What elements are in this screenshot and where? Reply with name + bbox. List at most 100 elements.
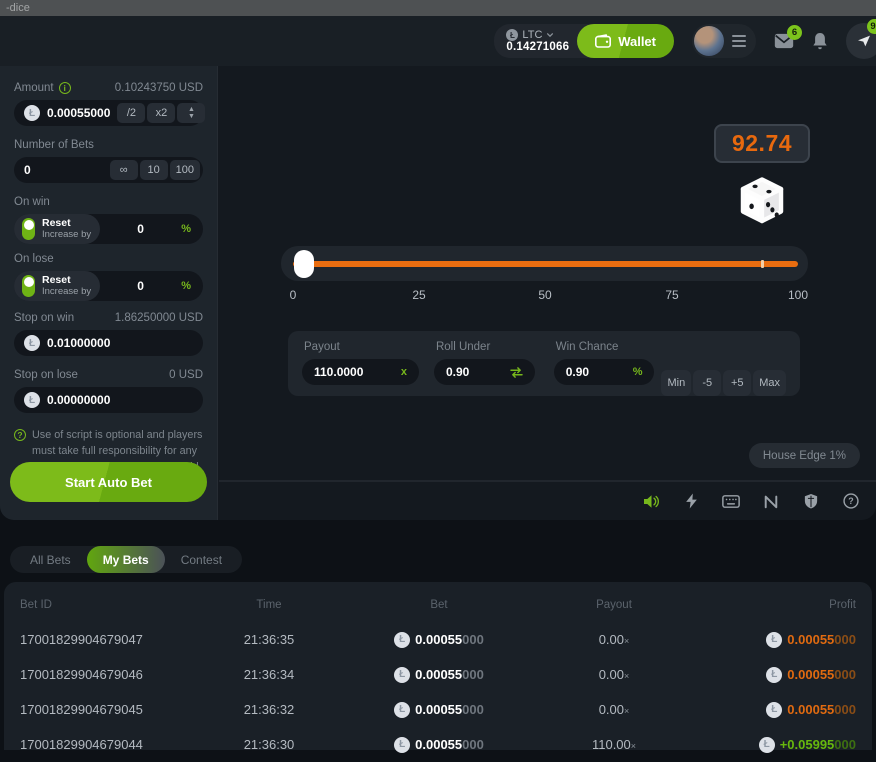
- help-button[interactable]: ?: [838, 488, 864, 514]
- stop-on-lose-usd: 0 USD: [169, 369, 203, 381]
- game-area: 92.74: [219, 66, 876, 520]
- on-lose-increase-label: Increase by: [42, 287, 91, 297]
- bet-profit: 0.00055000: [787, 632, 856, 647]
- litecoin-icon: Ł: [394, 632, 410, 648]
- bet-amount-main: 0.00055: [415, 702, 462, 717]
- win-chance-min-button[interactable]: Min: [661, 370, 691, 396]
- col-time: Time: [194, 599, 344, 611]
- table-row[interactable]: 17001829904679044 21:36:30 Ł 0.00055000 …: [14, 727, 862, 762]
- messages-button[interactable]: 6: [774, 33, 794, 49]
- table-row[interactable]: 17001829904679046 21:36:34 Ł 0.00055000 …: [14, 657, 862, 692]
- bet-id: 17001829904679047: [14, 632, 194, 647]
- col-bet: Bet: [344, 599, 534, 611]
- stop-on-win-label: Stop on win: [14, 312, 74, 324]
- amount-label: Amount: [14, 82, 54, 94]
- keyboard-icon: [722, 495, 740, 508]
- on-lose-toggle[interactable]: Reset Increase by: [14, 271, 100, 301]
- bolt-icon: [685, 493, 698, 509]
- litecoin-icon: Ł: [506, 29, 518, 41]
- litecoin-icon: Ł: [24, 335, 40, 351]
- wallet-button[interactable]: Wallet: [577, 24, 674, 58]
- dice-icon: [736, 174, 788, 230]
- amount-double-button[interactable]: x2: [147, 103, 175, 123]
- turbo-button[interactable]: [678, 488, 704, 514]
- bet-profit: 0.00055000: [787, 667, 856, 682]
- slider-handle[interactable]: [294, 250, 314, 278]
- litecoin-icon: Ł: [394, 737, 410, 753]
- roll-under-input[interactable]: 0.90: [434, 359, 535, 385]
- roll-slider[interactable]: [281, 246, 808, 281]
- notifications-button[interactable]: [812, 32, 828, 50]
- number-of-bets-value: 0: [24, 163, 103, 177]
- bet-parameters-panel: Payout 110.0000 x Roll Under 0.90 Win Ch…: [288, 331, 800, 396]
- house-edge-badge: House Edge 1%: [749, 443, 860, 468]
- col-payout: Payout: [534, 599, 694, 611]
- on-win-toggle[interactable]: Reset Increase by: [14, 214, 100, 244]
- on-win-increase-label: Increase by: [42, 230, 91, 240]
- on-win-label: On win: [14, 196, 50, 208]
- on-lose-unit: %: [181, 280, 203, 292]
- profit-zeros: 000: [834, 632, 856, 647]
- on-lose-value[interactable]: 0: [100, 279, 181, 293]
- amount-input[interactable]: Ł 0.00055000 /2 x2 ▲▼: [14, 100, 203, 126]
- sound-toggle-button[interactable]: [638, 488, 664, 514]
- payout-value: 0.00: [599, 702, 624, 717]
- wallet-label: Wallet: [618, 34, 656, 49]
- payout-input[interactable]: 110.0000 x: [302, 359, 419, 385]
- on-win-reset-label: Reset: [42, 218, 91, 230]
- start-auto-bet-button[interactable]: Start Auto Bet: [10, 462, 207, 502]
- bets-10-button[interactable]: 10: [140, 160, 168, 180]
- help-circle-icon: ?: [14, 429, 26, 441]
- table-row[interactable]: 17001829904679045 21:36:32 Ł 0.00055000 …: [14, 692, 862, 727]
- bets-infinity-button[interactable]: ∞: [110, 160, 138, 180]
- bet-id: 17001829904679045: [14, 702, 194, 717]
- avatar[interactable]: [694, 26, 724, 56]
- chat-icon: [856, 33, 872, 49]
- hotkeys-button[interactable]: [718, 488, 744, 514]
- info-icon[interactable]: i: [59, 82, 71, 94]
- litecoin-icon: Ł: [394, 702, 410, 718]
- chat-button[interactable]: 99: [846, 23, 876, 59]
- on-lose-label: On lose: [14, 253, 54, 265]
- bet-payout: 0.00×: [534, 667, 694, 682]
- wallet-icon: [595, 34, 611, 48]
- on-lose-row: Reset Increase by 0 %: [14, 271, 203, 301]
- number-of-bets-input[interactable]: 0 ∞ 10 100: [14, 157, 203, 183]
- fairness-button[interactable]: [798, 488, 824, 514]
- profile-group: [692, 24, 756, 58]
- roll-under-label: Roll Under: [434, 341, 535, 353]
- litecoin-icon: Ł: [766, 702, 782, 718]
- number-of-bets-label: Number of Bets: [14, 139, 94, 151]
- win-chance-minus5-button[interactable]: -5: [693, 370, 721, 396]
- on-win-value[interactable]: 0: [100, 222, 181, 236]
- bet-controls-sidebar: Amount i 0.10243750 USD Ł 0.00055000 /2 …: [0, 66, 218, 520]
- table-row[interactable]: 17001829904679047 21:36:35 Ł 0.00055000 …: [14, 622, 862, 657]
- win-chance-input[interactable]: 0.90 %: [554, 359, 655, 385]
- verify-icon: [804, 493, 818, 509]
- slider-track[interactable]: [293, 261, 798, 267]
- payout-x-icon: ×: [624, 706, 629, 716]
- stop-on-win-input[interactable]: Ł 0.01000000: [14, 330, 203, 356]
- window-title: -dice: [6, 2, 30, 14]
- multiplier-x-icon: x: [401, 366, 407, 378]
- tab-all-bets[interactable]: All Bets: [14, 546, 87, 573]
- stats-button[interactable]: [758, 488, 784, 514]
- win-chance-max-button[interactable]: Max: [753, 370, 786, 396]
- tab-contest[interactable]: Contest: [165, 546, 238, 573]
- amount-stepper[interactable]: ▲▼: [177, 103, 205, 123]
- bets-rows: 17001829904679047 21:36:35 Ł 0.00055000 …: [14, 622, 862, 762]
- game-panel: Amount i 0.10243750 USD Ł 0.00055000 /2 …: [0, 66, 876, 520]
- profit-zeros: 000: [834, 702, 856, 717]
- swap-icon[interactable]: [510, 367, 523, 378]
- profile-menu-icon[interactable]: [732, 35, 746, 47]
- tick-0: 0: [290, 288, 297, 302]
- stop-on-lose-input[interactable]: Ł 0.00000000: [14, 387, 203, 413]
- roll-result-display: 92.74: [714, 124, 810, 163]
- currency-code: LTC: [522, 29, 542, 41]
- bets-100-button[interactable]: 100: [170, 160, 200, 180]
- tab-my-bets[interactable]: My Bets: [87, 546, 165, 573]
- messages-badge: 6: [787, 25, 802, 40]
- amount-half-button[interactable]: /2: [117, 103, 145, 123]
- profit-main: 0.00055: [787, 667, 834, 682]
- win-chance-plus5-button[interactable]: +5: [723, 370, 751, 396]
